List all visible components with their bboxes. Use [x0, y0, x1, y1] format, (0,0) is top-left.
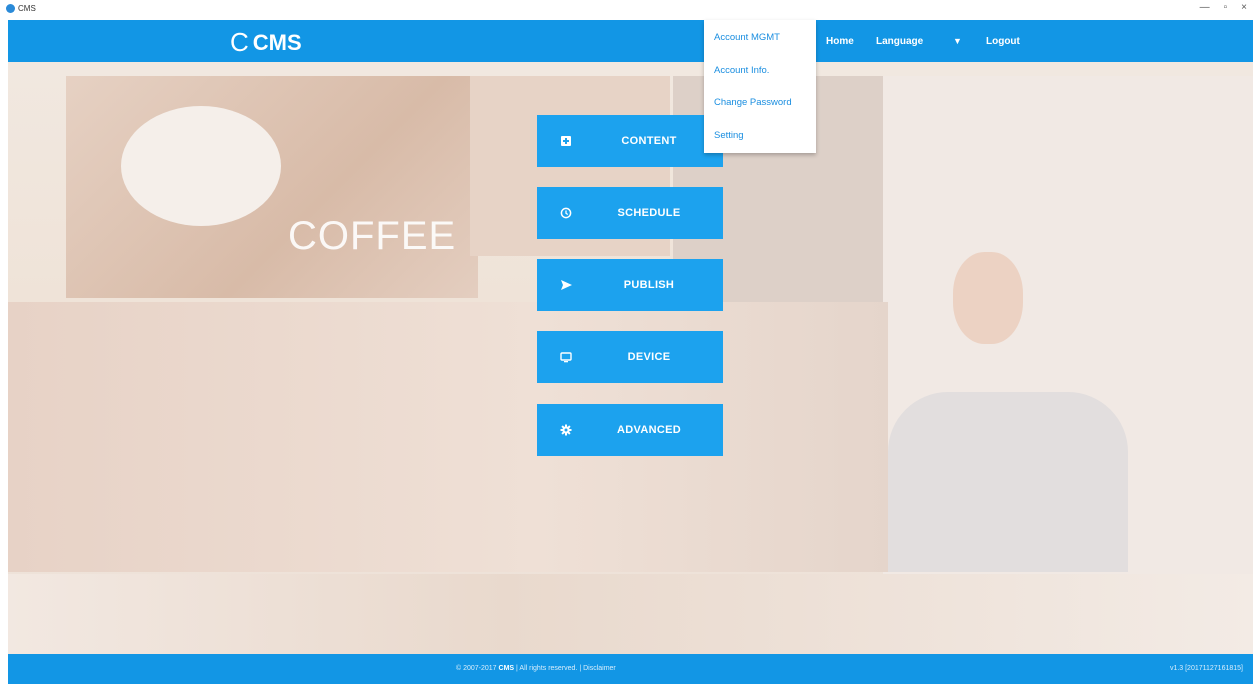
menu-item-account-mgmt[interactable]: Account MGMT: [714, 32, 780, 43]
nav-language-dropdown[interactable]: Language: [876, 20, 923, 62]
bg-bottom-strip: [8, 574, 1253, 654]
content-icon: [559, 134, 573, 148]
content-label: CONTENT: [621, 135, 677, 147]
schedule-label: SCHEDULE: [617, 207, 681, 219]
bg-barista-body: [888, 392, 1128, 572]
window-titlebar: CMS — ▫ ×: [0, 0, 1253, 20]
device-button[interactable]: DEVICE: [537, 331, 723, 383]
window-controls: — ▫ ×: [1200, 2, 1247, 13]
maximize-button[interactable]: ▫: [1224, 2, 1228, 13]
version-label: v1.3 [20171127161815]: [1169, 665, 1243, 672]
top-navbar: C CMS Home Language ▼ Logout: [8, 20, 1253, 62]
publish-label: PUBLISH: [623, 279, 675, 291]
footer-copyright: © 2007-2017 CMS | All rights reserved. |…: [456, 665, 616, 672]
bg-coffee-text: COFFEE: [288, 214, 457, 258]
menu-item-account-info[interactable]: Account Info.: [714, 65, 769, 76]
monitor-icon: [559, 350, 573, 364]
content-button[interactable]: CONTENT: [537, 115, 723, 167]
minimize-button[interactable]: —: [1200, 2, 1210, 13]
footer: © 2007-2017 CMS | All rights reserved. |…: [8, 654, 1253, 684]
menu-item-change-password[interactable]: Change Password: [714, 97, 792, 108]
advanced-label: ADVANCED: [617, 424, 681, 436]
cms-logo[interactable]: C CMS: [230, 27, 302, 58]
bg-counter-panel: [8, 302, 888, 572]
close-button[interactable]: ×: [1241, 2, 1247, 13]
nav-home-link[interactable]: Home: [826, 20, 854, 62]
logo-mark: C: [230, 27, 249, 57]
copyright-year: © 2007-2017: [456, 665, 497, 672]
footer-brand: CMS: [498, 665, 515, 672]
schedule-button[interactable]: SCHEDULE: [537, 187, 723, 239]
account-dropdown-menu: Account MGMT Account Info. Change Passwo…: [704, 20, 816, 153]
advanced-button[interactable]: ADVANCED: [537, 404, 723, 456]
window-app-title: CMS: [6, 4, 36, 13]
window-title: CMS: [18, 4, 36, 13]
language-caret-icon[interactable]: ▼: [953, 20, 962, 62]
clock-icon: [559, 206, 573, 220]
send-icon: [559, 278, 573, 292]
publish-button[interactable]: PUBLISH: [537, 259, 723, 311]
logo-text: CMS: [252, 29, 302, 55]
bg-barista-head: [953, 252, 1023, 344]
menu-item-setting[interactable]: Setting: [714, 130, 744, 141]
device-label: DEVICE: [627, 351, 671, 363]
nav-logout-link[interactable]: Logout: [986, 20, 1020, 62]
gear-icon: [559, 423, 573, 437]
bg-coffee-cup: [121, 106, 281, 226]
app-icon: [6, 4, 15, 13]
bg-coffee-panel: [66, 76, 478, 298]
disclaimer-link[interactable]: | All rights reserved. | Disclaimer: [516, 665, 616, 672]
